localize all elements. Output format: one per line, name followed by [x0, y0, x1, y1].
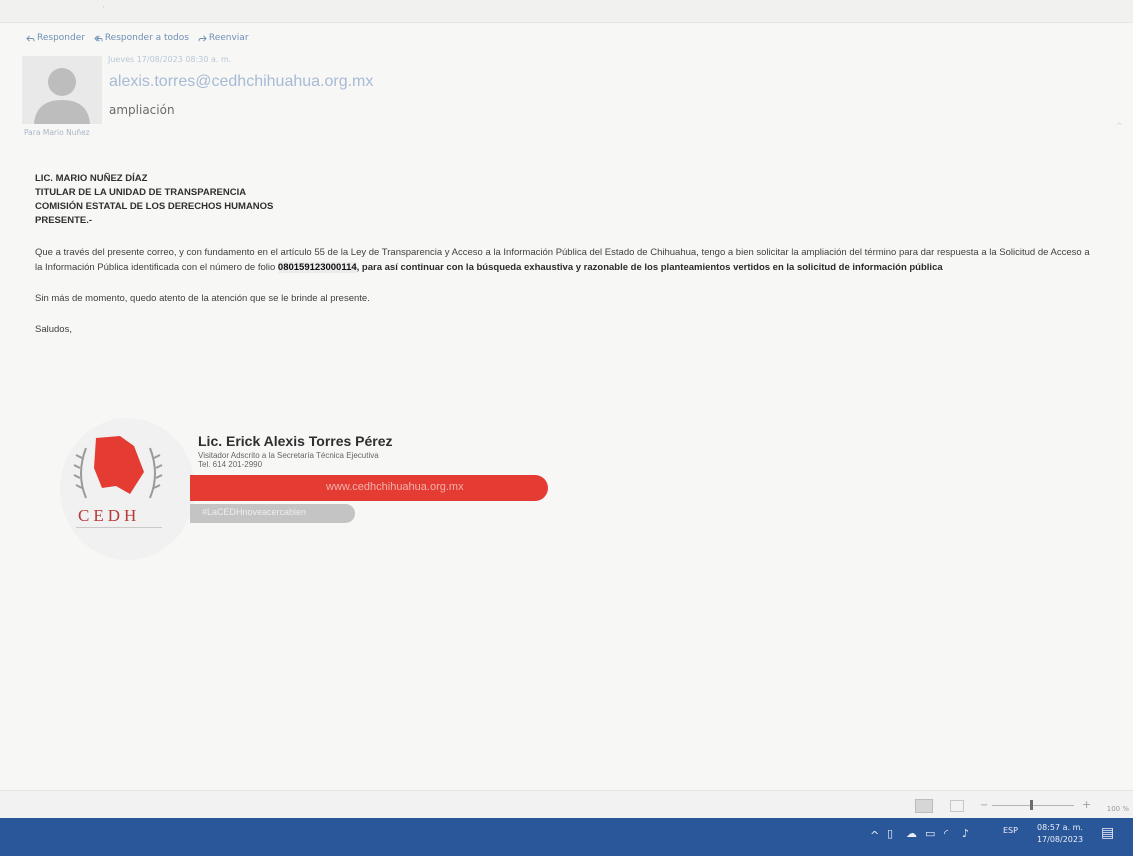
addressee-title: TITULAR DE LA UNIDAD DE TRANSPARENCIA — [35, 187, 247, 198]
addressee-block: LIC. MARIO NUÑEZ DÍAZ TITULAR DE LA UNID… — [35, 172, 1095, 228]
reply-icon — [26, 34, 35, 42]
addressee-institution: COMISIÓN ESTATAL DE LOS DERECHOS HUMANOS — [35, 201, 274, 212]
reply-label: Responder — [37, 33, 85, 43]
top-toolbar: · — [0, 0, 1133, 23]
signature-role: Visitador Adscrito a la Secretaría Técni… — [198, 451, 379, 460]
sender-avatar — [22, 56, 102, 124]
cedh-logo-text: CEDH — [78, 506, 141, 525]
zoom-slider-track[interactable] — [992, 805, 1074, 806]
forward-icon — [198, 34, 207, 42]
closing-text: Sin más de momento, quedo atento de la a… — [35, 293, 370, 304]
message-body: LIC. MARIO NUÑEZ DÍAZ TITULAR DE LA UNID… — [35, 172, 1095, 337]
sender-email[interactable]: alexis.torres@cedhchihuahua.org.mx — [109, 73, 373, 91]
email-actions: Responder Responder a todos Reenviar — [26, 33, 255, 46]
onedrive-icon[interactable]: ☁ — [906, 827, 917, 840]
email-date: Jueves 17/08/2023 08:30 a. m. — [108, 55, 232, 64]
wifi-icon[interactable]: ◜ — [944, 827, 948, 840]
reply-button[interactable]: Responder — [26, 33, 85, 43]
forward-label: Reenviar — [208, 33, 249, 43]
signature-phone: Tel. 614 201-2990 — [198, 460, 263, 469]
paragraph-text-2: , para así continuar con la búsqueda exh… — [356, 262, 943, 273]
zoom-level[interactable]: 100 % — [1107, 805, 1129, 813]
zoom-slider-thumb[interactable] — [1030, 800, 1033, 810]
taskbar-date[interactable]: 17/08/2023 — [1036, 835, 1084, 844]
email-subject: ampliación — [109, 103, 175, 117]
to-value[interactable]: Mario Nuñez — [43, 128, 90, 137]
logo-divider — [76, 527, 162, 528]
reply-all-button[interactable]: Responder a todos — [94, 33, 189, 43]
language-indicator[interactable]: ESP — [1003, 826, 1018, 835]
reply-all-label: Responder a todos — [104, 33, 189, 43]
reading-view-icon[interactable] — [950, 800, 964, 812]
reply-all-icon — [94, 34, 103, 42]
volume-icon[interactable]: ♪ — [962, 827, 969, 840]
zoom-out-icon[interactable]: − — [980, 800, 988, 811]
folio-number: 080159123000114 — [277, 262, 357, 273]
notifications-icon[interactable]: ▤ — [1101, 825, 1114, 841]
zoom-in-icon[interactable]: + — [1082, 798, 1091, 811]
to-label: Para — [24, 128, 41, 137]
cedh-logo-icon — [73, 436, 163, 499]
file-icon[interactable]: ▯ — [887, 827, 893, 840]
signature-name: Lic. Erick Alexis Torres Pérez — [198, 433, 393, 449]
recipient-line: Para Mario Nuñez — [24, 128, 90, 137]
normal-view-icon[interactable] — [915, 799, 933, 813]
forward-button[interactable]: Reenviar — [198, 33, 249, 43]
battery-icon[interactable]: ▭ — [925, 827, 935, 840]
person-icon — [34, 68, 90, 124]
signature-hashtag: #LaCEDHnoveacercabien — [202, 507, 307, 517]
addressee-name: LIC. MARIO NUÑEZ DÍAZ — [35, 173, 148, 184]
signature-website[interactable]: www.cedhchihuahua.org.mx — [326, 481, 464, 493]
salutation-text: Saludos, — [35, 324, 72, 335]
addressee-presente: PRESENTE.- — [35, 215, 93, 226]
window-statusbar: − + — [0, 790, 1133, 819]
scroll-up-icon[interactable]: ^ — [1115, 122, 1123, 132]
taskbar-time[interactable]: 08:57 a. m. — [1036, 823, 1084, 832]
toolbar-ghost-text: · — [102, 3, 105, 13]
email-signature: CEDH Lic. Erick Alexis Torres Pérez Visi… — [50, 418, 570, 568]
request-paragraph: Que a través del presente correo, y con … — [35, 245, 1095, 275]
show-hidden-icons-icon[interactable]: ^ — [870, 829, 879, 842]
